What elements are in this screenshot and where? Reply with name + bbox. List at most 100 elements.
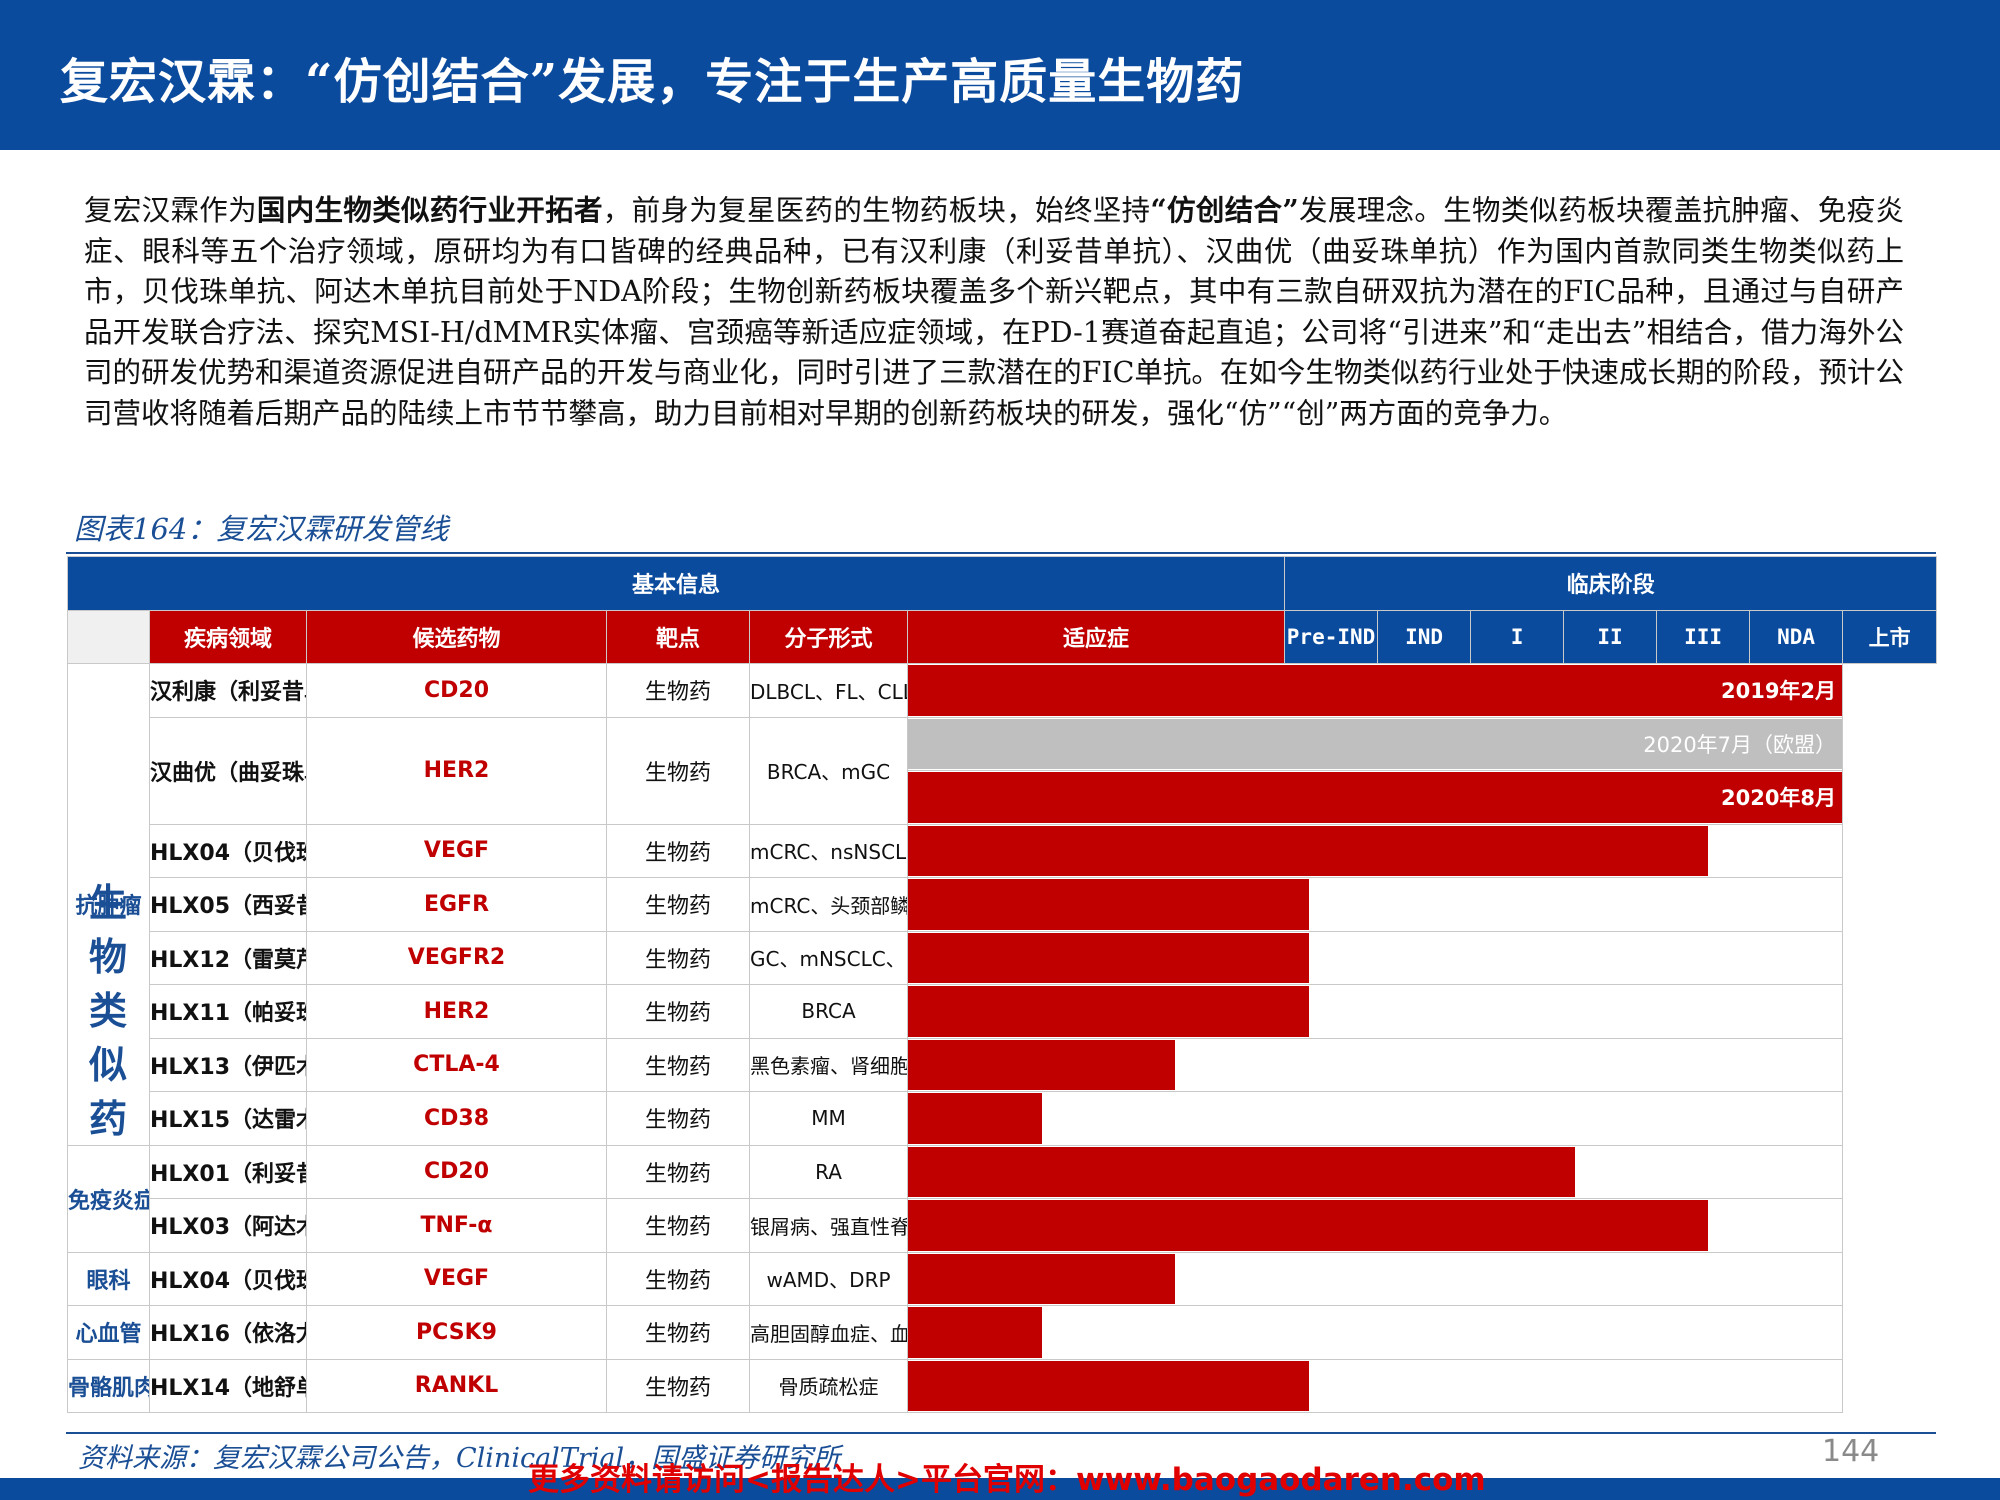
drug-name: 汉利康（利妥昔单抗） [149,663,307,718]
drug-name: HLX03（阿达木单抗） [149,1198,307,1253]
drug-indication: 骨质疏松症 [749,1358,908,1413]
approval-date: 2020年8月 [1720,786,1837,811]
drug-target: VEGF [306,1251,607,1306]
page-title: 复宏汉霖：“仿创结合”发展，专注于生产高质量生物药 [60,54,1245,110]
drug-target: PCSK9 [306,1305,607,1360]
intro-paragraph: 复宏汉霖作为国内生物类似药行业开拓者，前身为复星医药的生物药板块，始终坚持“仿创… [84,190,1904,434]
drug-indication: DLBCL、FL、CLL/SLL [749,663,908,718]
stage-header-phase-1: I [1470,609,1565,664]
drug-name: HLX13（伊匹木单抗） [149,1037,307,1092]
drug-target: CTLA-4 [306,1037,607,1092]
progress-bar [908,1093,1042,1144]
stage-track [906,984,1844,1039]
stage-track [906,1037,1844,1092]
drug-molecule: 生物药 [606,1198,750,1253]
drug-target: TNF-α [306,1198,607,1253]
group-header-basic: 基本信息 [66,556,1286,611]
drug-indication: RA [749,1144,908,1199]
drug-molecule: 生物药 [606,984,750,1039]
approval-date: 2019年2月 [1720,679,1837,704]
drug-indication: 黑色素瘤、肾细胞癌、mCRC [749,1037,908,1092]
drug-indication: mCRC、头颈部鳞状细胞癌 [749,877,908,932]
category-char: 类 [88,988,127,1033]
stage-header-phase-3: III [1656,609,1751,664]
stage-track [906,1251,1844,1306]
drug-name: HLX11（帕妥珠单抗） [149,984,307,1039]
stage-track [906,823,1844,878]
drug-molecule: 生物药 [606,1091,750,1146]
drug-molecule: 生物药 [606,877,750,932]
page-number: 144 [1822,1434,1880,1469]
drug-indication: MM [749,1091,908,1146]
stage-track: 2020年7月（欧盟） [906,716,1844,771]
stage-track [906,1305,1844,1360]
col-header-drug: 候选药物 [306,609,607,664]
drug-name: HLX01（利妥昔单抗） [149,1144,307,1199]
drug-name: HLX04（贝伐珠单抗） [149,1251,307,1306]
stage-track [906,877,1844,932]
category-char: 似 [88,1042,127,1087]
drug-name: HLX16（依洛尤单抗） [149,1305,307,1360]
group-header-clinical: 临床阶段 [1284,556,1938,611]
stage-track [906,1144,1844,1199]
drug-name: HLX12（雷莫芦单抗） [149,930,307,985]
drug-target: RANKL [306,1358,607,1413]
drug-target: HER2 [306,716,607,825]
col-header-disease: 疾病领域 [149,609,307,664]
drug-name: HLX04（贝伐珠单抗） [149,823,307,878]
intro-bold-2: “仿创结合” [1150,193,1299,227]
progress-bar [908,1307,1042,1358]
progress-bar [908,1039,1176,1090]
drug-molecule: 生物药 [606,1251,750,1306]
stage-track [906,930,1844,985]
drug-target: VEGF [306,823,607,878]
col-header-target: 靶点 [606,609,750,664]
stage-header-pre-ind: Pre-IND [1284,609,1379,664]
drug-indication: GC、mNSCLC、mCRC [749,930,908,985]
drug-molecule: 生物药 [606,663,750,718]
progress-bar [908,1360,1309,1411]
category-char: 物 [88,934,127,979]
progress-bar: 2020年8月 [908,772,1842,823]
category-char: 药 [88,1096,127,1141]
drug-target: CD38 [306,1091,607,1146]
progress-bar [908,825,1709,876]
drug-molecule: 生物药 [606,823,750,878]
drug-molecule: 生物药 [606,1037,750,1092]
drug-indication: 高胆固醇血症、血管粥样动脉硬化 [749,1305,908,1360]
figure-caption: 图表164：复宏汉霖研发管线 [74,512,449,546]
progress-bar [908,1146,1575,1197]
drug-target: CD20 [306,1144,607,1199]
intro-bold-1: 国内生物类似药行业开拓者 [256,193,603,227]
drug-name: HLX15（达雷木单抗） [149,1091,307,1146]
progress-bar [908,986,1309,1037]
category-label: 生物类似药 [67,610,149,1412]
col-header-indication: 适应症 [906,609,1286,664]
category-char: 生 [88,880,127,925]
drug-indication: mCRC、nsNSCLC [749,823,908,878]
watermark-text: 更多资料请访问<报告达人>平台官网：www.baogaodaren.com [528,1462,1486,1498]
progress-bar-eu: 2020年7月（欧盟） [908,718,1842,769]
source-divider [66,1432,1936,1434]
stage-header-phase-2: II [1563,609,1658,664]
stage-track [906,1091,1844,1146]
drug-molecule: 生物药 [606,1144,750,1199]
drug-name: HLX14（地舒单抗） [149,1358,307,1413]
drug-molecule: 生物药 [606,1358,750,1413]
drug-molecule: 生物药 [606,1305,750,1360]
col-header-molecule: 分子形式 [749,609,908,664]
drug-target: EGFR [306,877,607,932]
drug-molecule: 生物药 [606,716,750,825]
intro-text-3: 发展理念。生物类似药板块覆盖抗肿瘤、免疫炎症、眼科等五个治疗领域，原研均为有口皆… [84,194,1904,430]
intro-text-1: 复宏汉霖作为 [84,194,257,227]
progress-bar: 2019年2月 [908,665,1842,716]
drug-indication: wAMD、DRP [749,1251,908,1306]
intro-text-2: ，前身为复星医药的生物药板块，始终坚持 [602,194,1151,227]
stage-track: 2020年8月 [906,770,1844,825]
stage-track [906,1358,1844,1413]
stage-header-nda: NDA [1749,609,1844,664]
stage-track [906,1198,1844,1253]
drug-target: HER2 [306,984,607,1039]
drug-molecule: 生物药 [606,930,750,985]
progress-bar [908,1200,1709,1251]
